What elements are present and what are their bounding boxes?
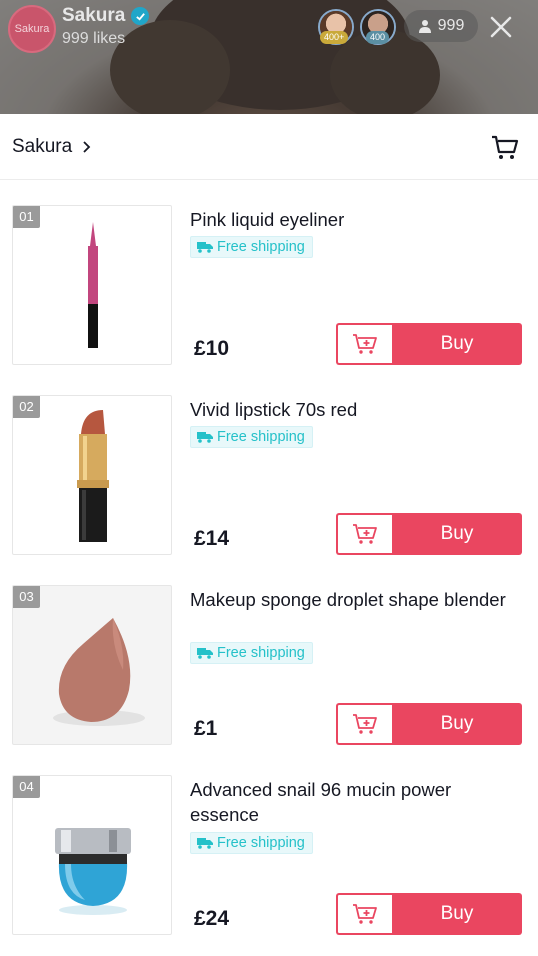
product-item[interactable]: 02 Vivid lipstick 70s red Free shipping … bbox=[0, 395, 538, 585]
sheet-header: Sakura bbox=[0, 114, 538, 180]
host-avatar[interactable]: Sakura bbox=[8, 5, 56, 53]
shipping-label: Free shipping bbox=[217, 835, 305, 851]
product-price: £14 bbox=[194, 527, 230, 550]
product-item[interactable]: 03 Makeup sponge droplet shape blender F… bbox=[0, 585, 538, 775]
buy-button[interactable]: Buy bbox=[392, 513, 522, 555]
product-title[interactable]: Vivid lipstick 70s red bbox=[190, 397, 510, 422]
product-title[interactable]: Advanced snail 96 mucin power essence bbox=[190, 777, 510, 827]
add-to-cart-button[interactable] bbox=[336, 323, 392, 365]
cart-add-icon bbox=[353, 524, 377, 544]
product-price: £10 bbox=[194, 337, 230, 360]
free-shipping-badge: Free shipping bbox=[190, 236, 313, 258]
free-shipping-badge: Free shipping bbox=[190, 426, 313, 448]
shopping-cart-icon[interactable] bbox=[490, 132, 520, 162]
free-shipping-badge: Free shipping bbox=[190, 642, 313, 664]
buy-button[interactable]: Buy bbox=[392, 703, 522, 745]
product-image[interactable]: 04 bbox=[12, 775, 172, 935]
essence-jar-image bbox=[55, 828, 131, 915]
truck-icon bbox=[197, 242, 213, 253]
buy-button[interactable]: Buy bbox=[392, 893, 522, 935]
rank-badge: 01 bbox=[13, 206, 40, 228]
product-price: £1 bbox=[194, 717, 218, 740]
truck-icon bbox=[197, 838, 213, 849]
host-name[interactable]: Sakura bbox=[62, 5, 150, 27]
lipstick-image bbox=[77, 410, 109, 542]
shop-name: Sakura bbox=[12, 135, 73, 157]
viewer-count[interactable]: 999 bbox=[404, 10, 478, 42]
buy-actions: Buy bbox=[336, 513, 522, 555]
verified-badge-icon bbox=[131, 7, 150, 25]
host-avatar-text: Sakura bbox=[14, 23, 50, 35]
buy-button[interactable]: Buy bbox=[392, 323, 522, 365]
eyeliner-image bbox=[88, 222, 98, 348]
person-icon bbox=[418, 20, 431, 33]
free-shipping-badge: Free shipping bbox=[190, 832, 313, 854]
shipping-label: Free shipping bbox=[217, 239, 305, 255]
cart-add-icon bbox=[353, 334, 377, 354]
buy-actions: Buy bbox=[336, 703, 522, 745]
product-image[interactable]: 02 bbox=[12, 395, 172, 555]
buy-actions: Buy bbox=[336, 323, 522, 365]
viewer-count-value: 999 bbox=[437, 17, 465, 34]
cart-add-icon bbox=[353, 904, 377, 924]
add-to-cart-button[interactable] bbox=[336, 893, 392, 935]
chevron-right-icon bbox=[83, 140, 91, 153]
buy-actions: Buy bbox=[336, 893, 522, 935]
rank-badge: 04 bbox=[13, 776, 40, 798]
viewer-badge-1: 400+ bbox=[320, 31, 349, 44]
sponge-image bbox=[53, 618, 145, 726]
product-title[interactable]: Makeup sponge droplet shape blender bbox=[190, 587, 510, 612]
cart-add-icon bbox=[353, 714, 377, 734]
product-item[interactable]: 04 Advanced snail 96 mucin power essence… bbox=[0, 775, 538, 956]
close-icon[interactable] bbox=[486, 12, 516, 42]
rank-badge: 03 bbox=[13, 586, 40, 608]
product-image[interactable]: 01 bbox=[12, 205, 172, 365]
product-item[interactable]: 01 Pink liquid eyeliner Free shipping £1… bbox=[0, 205, 538, 395]
product-price: £24 bbox=[194, 907, 230, 930]
shipping-label: Free shipping bbox=[217, 645, 305, 661]
viewer-badge-2: 400 bbox=[366, 31, 390, 44]
shop-link[interactable]: Sakura bbox=[12, 136, 92, 158]
truck-icon bbox=[197, 432, 213, 443]
truck-icon bbox=[197, 648, 213, 659]
add-to-cart-button[interactable] bbox=[336, 703, 392, 745]
product-image[interactable]: 03 bbox=[12, 585, 172, 745]
add-to-cart-button[interactable] bbox=[336, 513, 392, 555]
rank-badge: 02 bbox=[13, 396, 40, 418]
host-likes: 999 likes bbox=[62, 30, 126, 47]
product-sheet: Sakura 01 Pink liquid eyeliner Free ship… bbox=[0, 114, 538, 956]
shipping-label: Free shipping bbox=[217, 429, 305, 445]
product-title[interactable]: Pink liquid eyeliner bbox=[190, 207, 510, 232]
host-name-label: Sakura bbox=[62, 5, 126, 26]
